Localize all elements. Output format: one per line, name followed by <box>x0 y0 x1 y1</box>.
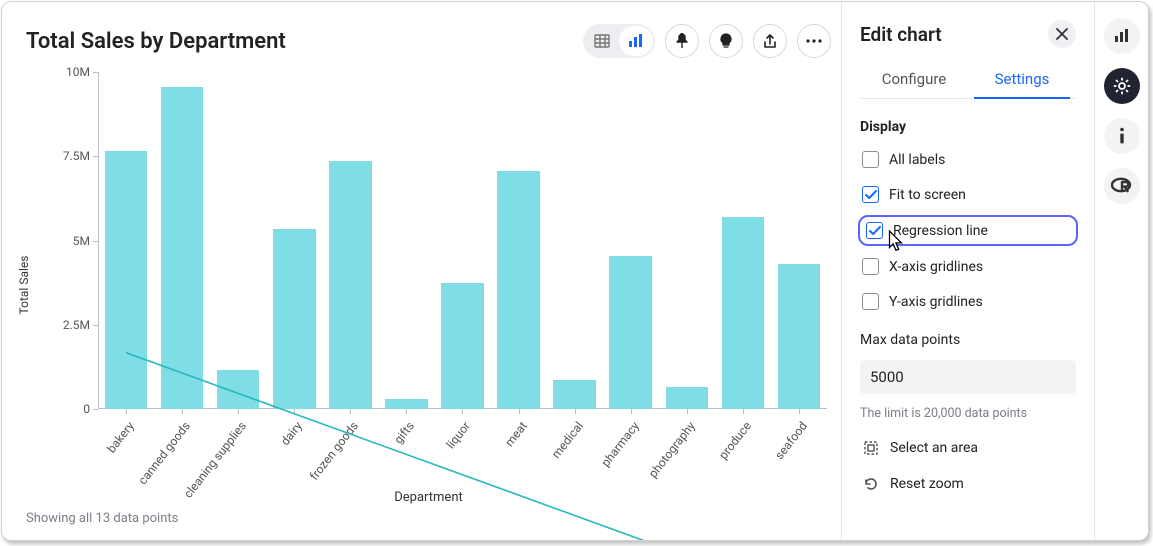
rail-settings-button[interactable] <box>1104 68 1140 104</box>
gear-icon <box>1113 77 1131 95</box>
bar[interactable]: pharmacy <box>603 256 659 409</box>
checkbox-y-gridlines[interactable]: Y-axis gridlines <box>860 289 1076 314</box>
bar[interactable]: gifts <box>378 399 434 409</box>
view-toggle <box>583 24 655 58</box>
max-points-hint: The limit is 20,000 data points <box>860 406 1076 421</box>
bar[interactable]: cleaning supplies <box>210 370 266 409</box>
select-area-action[interactable]: Select an area <box>860 435 1076 461</box>
x-tick-label: frozen goods <box>307 419 361 483</box>
checkbox-label: Regression line <box>893 223 988 239</box>
table-icon <box>594 34 610 48</box>
display-section-heading: Display <box>860 119 1076 135</box>
share-icon <box>763 33 777 49</box>
chart-main: Total Sales by Department <box>2 2 841 540</box>
edit-chart-panel: Edit chart Configure Settings Display Al… <box>841 2 1094 540</box>
y-tick-label: 2.5M <box>63 318 90 332</box>
checkbox-icon <box>862 186 879 203</box>
x-tick-label: gifts <box>392 419 418 446</box>
action-label: Select an area <box>890 440 978 456</box>
bar[interactable]: seafood <box>771 264 827 409</box>
close-panel-button[interactable] <box>1048 20 1076 48</box>
y-tick-label: 7.5M <box>63 149 90 163</box>
checkbox-label: X-axis gridlines <box>889 259 983 275</box>
reset-icon <box>862 476 880 492</box>
rail-info-button[interactable] <box>1104 118 1140 154</box>
r-logo-icon <box>1111 177 1133 195</box>
x-tick-label: dairy <box>278 419 305 448</box>
bar[interactable]: bakery <box>98 151 154 409</box>
chart-footer-status: Showing all 13 data points <box>26 511 831 526</box>
ellipsis-icon <box>806 39 822 43</box>
checkbox-x-gridlines[interactable]: X-axis gridlines <box>860 254 1076 279</box>
chart-icon <box>628 34 644 48</box>
x-tick-label: medical <box>549 419 586 461</box>
x-tick-label: canned goods <box>136 419 194 487</box>
right-rail <box>1094 2 1148 540</box>
checkbox-regression-line[interactable]: Regression line <box>860 217 1076 244</box>
checkbox-label: All labels <box>889 152 945 168</box>
table-view-button[interactable] <box>585 26 619 56</box>
y-tick-label: 10M <box>66 65 90 79</box>
action-label: Reset zoom <box>890 476 964 492</box>
chart-toolbar <box>583 24 831 58</box>
y-axis-label: Total Sales <box>17 255 31 314</box>
rail-chart-button[interactable] <box>1104 18 1140 54</box>
x-axis-label: Department <box>394 490 463 505</box>
insight-button[interactable] <box>709 24 743 58</box>
x-tick-label: liquor <box>444 419 474 451</box>
bar[interactable]: photography <box>659 387 715 409</box>
bar[interactable]: produce <box>715 217 771 409</box>
share-button[interactable] <box>753 24 787 58</box>
bar[interactable]: dairy <box>266 229 322 409</box>
panel-tabs: Configure Settings <box>860 62 1076 99</box>
checkbox-all-labels[interactable]: All labels <box>860 147 1076 172</box>
select-area-icon <box>862 440 880 456</box>
x-tick-label: photography <box>646 419 698 480</box>
tab-settings[interactable]: Settings <box>968 62 1076 98</box>
bar[interactable]: medical <box>547 380 603 409</box>
pin-icon <box>675 33 689 49</box>
close-icon <box>1056 28 1068 40</box>
chart-icon <box>1114 29 1130 43</box>
checkbox-label: Fit to screen <box>889 187 966 203</box>
bar[interactable]: liquor <box>434 283 490 409</box>
x-tick-label: cleaning supplies <box>181 419 249 501</box>
panel-title: Edit chart <box>860 23 942 46</box>
checkbox-icon <box>862 258 879 275</box>
max-points-input[interactable]: 5000 <box>860 360 1076 394</box>
chart-view-button[interactable] <box>619 26 653 56</box>
info-icon <box>1118 127 1126 145</box>
x-tick-label: seafood <box>772 419 810 462</box>
pin-button[interactable] <box>665 24 699 58</box>
max-points-label: Max data points <box>860 332 1076 348</box>
bar[interactable]: meat <box>491 171 547 409</box>
tab-configure[interactable]: Configure <box>860 62 968 98</box>
checkbox-label: Y-axis gridlines <box>889 294 983 310</box>
x-tick-label: bakery <box>104 419 137 456</box>
checkbox-icon <box>862 293 879 310</box>
x-tick-label: pharmacy <box>598 419 642 469</box>
y-tick-label: 5M <box>73 234 90 248</box>
bar[interactable]: canned goods <box>154 87 210 409</box>
checkbox-icon <box>862 151 879 168</box>
more-button[interactable] <box>797 24 831 58</box>
bar[interactable]: frozen goods <box>322 161 378 409</box>
page-title: Total Sales by Department <box>26 29 286 54</box>
reset-zoom-action[interactable]: Reset zoom <box>860 471 1076 497</box>
checkbox-fit-to-screen[interactable]: Fit to screen <box>860 182 1076 207</box>
bulb-icon <box>719 33 733 49</box>
checkbox-icon <box>866 222 883 239</box>
x-tick-label: meat <box>502 419 530 449</box>
y-tick-label: 0 <box>83 402 90 416</box>
rail-r-button[interactable] <box>1104 168 1140 204</box>
chart-area[interactable]: Total Sales 02.5M5M7.5M10Mbakerycanned g… <box>26 64 831 505</box>
x-tick-label: produce <box>716 419 754 462</box>
